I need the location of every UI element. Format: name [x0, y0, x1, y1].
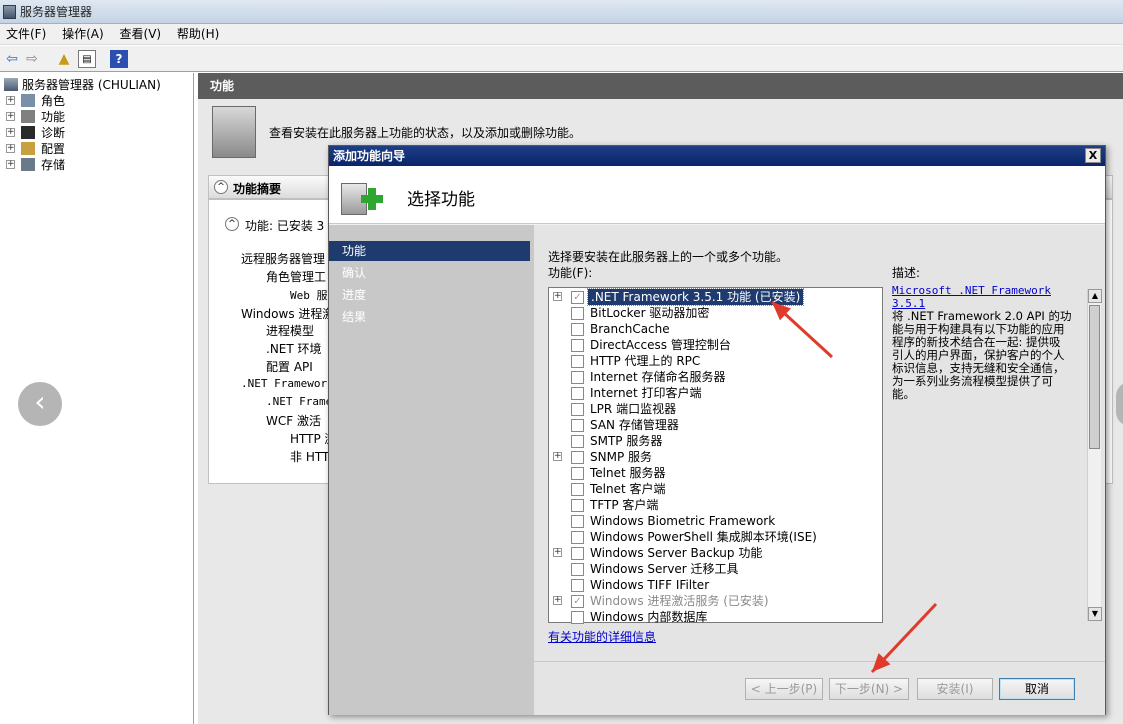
annotation-layer [770, 300, 938, 674]
annotation-arrow-next [870, 602, 938, 674]
annotation-arrow-installed [770, 300, 834, 359]
